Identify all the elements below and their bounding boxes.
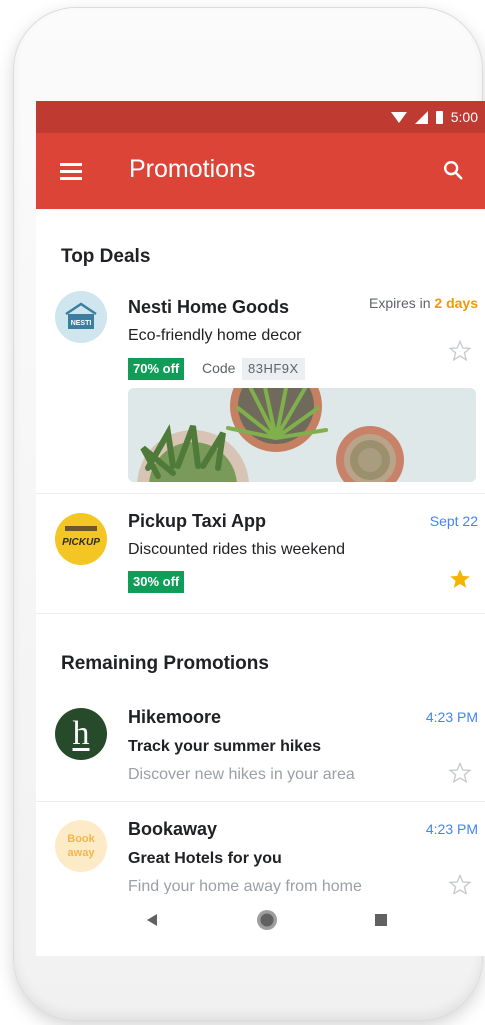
divider (36, 613, 485, 614)
avatar-text: NESTI (71, 320, 92, 327)
section-heading-remaining: Remaining Promotions (61, 653, 269, 674)
signal-icon (414, 110, 428, 124)
search-icon[interactable] (442, 159, 464, 181)
subject: Eco-friendly home decor (128, 327, 302, 344)
system-nav-bar (36, 894, 485, 956)
avatar-text-line2: away (67, 847, 95, 859)
avatar: PICKUP (55, 513, 107, 565)
avatar: h (55, 708, 107, 760)
promo-banner-image[interactable] (128, 388, 476, 482)
menu-icon[interactable] (60, 163, 82, 180)
sender-name: Bookaway (128, 819, 218, 839)
back-icon[interactable] (144, 912, 160, 928)
sender-name: Pickup Taxi App (128, 511, 267, 531)
avatar-text-line1: Book (67, 833, 95, 845)
avatar-text: h (72, 715, 90, 752)
phone-frame: 5:00 Promotions Top Deals NESTI Nesti Ho… (14, 8, 485, 1020)
expiry-text: Expires in 2 days (369, 295, 478, 311)
code-label: Code (202, 360, 236, 376)
status-time: 5:00 (450, 109, 478, 125)
wifi-icon (390, 111, 407, 123)
expiry-value: 2 days (434, 295, 478, 311)
date-text: Sept 22 (429, 513, 478, 529)
discount-badge: 30% off (128, 571, 185, 593)
avatar: NESTI (55, 291, 107, 343)
status-bar: 5:00 (36, 101, 485, 133)
sender-name: Nesti Home Goods (128, 297, 290, 317)
divider (36, 801, 485, 802)
pickup-logo-icon: PICKUP (62, 526, 100, 548)
battery-icon (435, 110, 443, 124)
recents-icon[interactable] (373, 912, 389, 928)
subject: Discounted rides this weekend (128, 541, 346, 558)
home-icon[interactable] (255, 908, 279, 932)
star-outline-icon[interactable] (448, 339, 472, 363)
subject: Great Hotels for you (128, 850, 282, 867)
discount-badge: 70% off (128, 358, 185, 380)
succulents-image (128, 388, 476, 482)
snippet: Discover new hikes in your area (128, 766, 355, 783)
star-filled-icon[interactable] (448, 567, 472, 591)
promo-item-hikemoore[interactable]: h Hikemoore 4:23 PM Track your summer hi… (36, 701, 485, 796)
sender-name: Hikemoore (128, 707, 222, 727)
avatar-text: PICKUP (62, 537, 100, 548)
app-bar: Promotions (36, 133, 485, 209)
time-text: 4:23 PM (425, 709, 478, 725)
subject: Track your summer hikes (128, 738, 321, 755)
time-text: 4:23 PM (425, 821, 478, 837)
section-heading-top-deals: Top Deals (61, 246, 151, 267)
nesti-logo-icon: NESTI (65, 302, 97, 329)
expiry-prefix: Expires in (369, 295, 431, 311)
promo-item-nesti[interactable]: NESTI Nesti Home Goods Expires in 2 days… (36, 291, 485, 491)
promo-code[interactable]: 83HF9X (242, 358, 305, 380)
page-title: Promotions (129, 155, 256, 183)
star-outline-icon[interactable] (448, 761, 472, 785)
divider (36, 493, 485, 494)
screen: 5:00 Promotions Top Deals NESTI Nesti Ho… (36, 101, 485, 956)
promo-item-pickup[interactable]: PICKUP Pickup Taxi App Sept 22 Discounte… (36, 505, 485, 605)
avatar: Book away (55, 820, 107, 872)
